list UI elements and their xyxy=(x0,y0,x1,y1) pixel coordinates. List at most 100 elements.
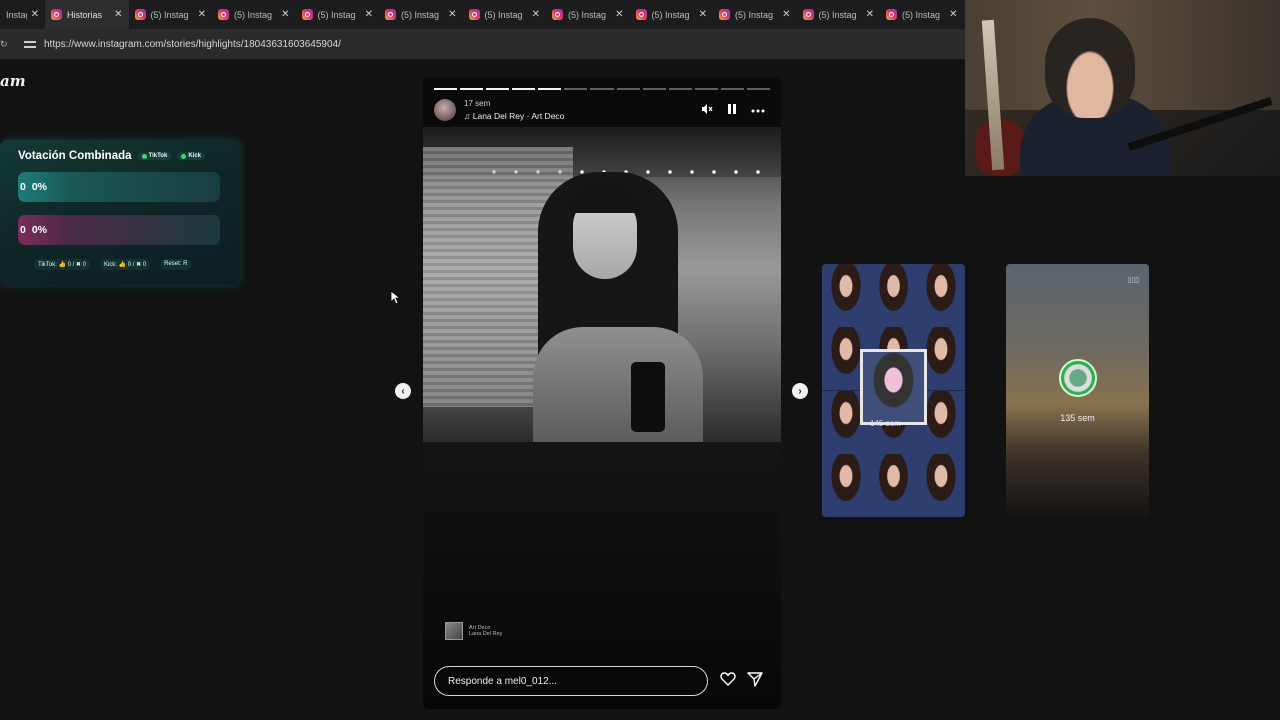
vote-bar-kick: 0 0% xyxy=(18,215,220,245)
tab-title: (5) Instag xyxy=(568,9,607,20)
browser-tab[interactable]: (5) Instag ✕ xyxy=(463,0,547,29)
close-icon[interactable]: ✕ xyxy=(281,9,289,20)
reset-hint: Reset: R xyxy=(160,259,192,270)
vote-widget: Votación Combinada TikTok Kick 0 0% 0 0%… xyxy=(0,140,240,285)
vote-percent: 0% xyxy=(31,224,48,236)
collage-tile xyxy=(822,264,870,327)
story-time: 17 sem xyxy=(464,99,491,108)
instagram-favicon-icon xyxy=(468,9,480,20)
tab-title: (5) Instag xyxy=(401,9,440,20)
tab-title: (5) Instag xyxy=(902,9,941,20)
tab-title: (5) Instag xyxy=(234,9,273,20)
progress-segment xyxy=(538,88,562,90)
reload-icon[interactable]: ↻ xyxy=(0,39,8,50)
heart-icon[interactable] xyxy=(720,671,736,687)
story-viewer[interactable]: 17 sem ♫ Lana Del Rey · Art Deco Art Dec… xyxy=(423,77,781,709)
music-artist: Lana Del Rey xyxy=(469,631,503,637)
mute-icon[interactable] xyxy=(701,103,713,118)
progress-segment xyxy=(512,88,536,90)
browser-tab[interactable]: Instag ✕ xyxy=(0,0,45,29)
pause-icon[interactable] xyxy=(727,103,737,118)
tab-title: (5) Instag xyxy=(651,9,690,20)
close-icon[interactable]: ✕ xyxy=(866,9,874,20)
close-icon[interactable]: ✕ xyxy=(782,9,790,20)
carousel-icon: ▯▯▯ xyxy=(1127,277,1139,284)
tab-title: Instag xyxy=(6,9,27,20)
collage-tile xyxy=(917,264,965,327)
browser-tab[interactable]: (5) Instag ✕ xyxy=(797,0,881,29)
browser-tab[interactable]: (5) Instag ✕ xyxy=(546,0,630,29)
vote-percent: 0% xyxy=(31,181,48,193)
story-song[interactable]: ♫ Lana Del Rey · Art Deco xyxy=(464,110,564,122)
browser-tab[interactable]: (5) Instag ✕ xyxy=(880,0,964,29)
progress-segment xyxy=(590,88,614,90)
collage-tile xyxy=(869,453,918,517)
browser-tab[interactable]: (5) Instag ✕ xyxy=(379,0,463,29)
instagram-favicon-icon xyxy=(51,9,62,20)
story-photo xyxy=(423,127,781,442)
close-icon[interactable]: ✕ xyxy=(31,9,39,20)
vote-title: Votación Combinada xyxy=(18,150,132,162)
address-bar[interactable]: ↻ https://www.instagram.com/stories/high… xyxy=(0,29,965,59)
browser-tab[interactable]: (5) Instag ✕ xyxy=(630,0,714,29)
progress-segment xyxy=(746,88,771,90)
instagram-favicon-icon xyxy=(385,9,396,20)
tiktok-badge: TikTok xyxy=(137,152,172,160)
story-progress xyxy=(434,88,771,90)
previous-story-preview[interactable]: 145 sem xyxy=(822,264,965,517)
close-icon[interactable]: ✕ xyxy=(114,9,122,20)
browser-tab[interactable]: (5) Instag ✕ xyxy=(212,0,296,29)
preview-avatar xyxy=(1059,359,1097,397)
preview-time: 145 sem xyxy=(870,419,901,428)
progress-segment xyxy=(460,88,484,90)
progress-segment xyxy=(720,88,744,90)
progress-segment xyxy=(694,88,718,90)
close-icon[interactable]: ✕ xyxy=(532,9,540,20)
tab-title: (5) Instag xyxy=(818,9,857,20)
next-story-button[interactable]: › xyxy=(792,383,808,399)
avatar[interactable] xyxy=(434,99,456,121)
instagram-favicon-icon xyxy=(802,9,814,20)
music-sticker[interactable]: Art Deco Lana Del Rey xyxy=(445,622,502,640)
browser-tab[interactable]: (5) Instag ✕ xyxy=(129,0,213,29)
close-icon[interactable]: ✕ xyxy=(699,9,707,20)
music-icon: ♫ xyxy=(464,111,473,121)
story-header: 17 sem ♫ Lana Del Rey · Art Deco xyxy=(434,97,765,123)
collage-tile xyxy=(917,453,965,517)
vote-count: 0 xyxy=(20,224,26,236)
vote-footer: TikTok: 👍 0 / ✖ 0 Kick: 👍 0 / ✖ 0 Reset:… xyxy=(34,259,228,270)
tab-title: (5) Instag xyxy=(484,9,523,20)
close-icon[interactable]: ✕ xyxy=(365,9,373,20)
tab-title: (5) Instag xyxy=(317,9,356,20)
kick-badge: Kick xyxy=(177,152,206,160)
instagram-logo[interactable]: am xyxy=(0,72,26,90)
live-dot-icon xyxy=(181,153,187,159)
instagram-favicon-icon xyxy=(218,9,229,20)
reply-input[interactable]: Responde a mel0_012... xyxy=(434,666,708,696)
site-info-icon[interactable] xyxy=(24,39,38,49)
browser-tab[interactable]: (5) Instag ✕ xyxy=(713,0,797,29)
vote-count: 0 xyxy=(20,181,26,193)
instagram-favicon-icon xyxy=(719,9,730,20)
previous-story-button[interactable]: ‹ xyxy=(395,383,411,399)
close-icon[interactable]: ✕ xyxy=(448,9,456,20)
instagram-favicon-icon xyxy=(301,9,313,20)
send-icon[interactable] xyxy=(747,671,763,687)
close-icon[interactable]: ✕ xyxy=(615,9,623,20)
preview-time: 135 sem xyxy=(1060,413,1095,423)
collage-tile xyxy=(822,453,870,517)
url-text[interactable]: https://www.instagram.com/stories/highli… xyxy=(44,39,341,50)
live-dot-icon xyxy=(141,153,147,159)
instagram-favicon-icon xyxy=(635,9,647,20)
more-icon[interactable] xyxy=(751,104,765,116)
browser-tab[interactable]: (5) Instag ✕ xyxy=(296,0,380,29)
progress-segment xyxy=(616,88,640,90)
browser-tab[interactable]: Historias ✕ xyxy=(45,0,129,29)
instagram-favicon-icon xyxy=(552,9,563,20)
collage-tile xyxy=(869,264,918,327)
close-icon[interactable]: ✕ xyxy=(198,9,206,20)
close-icon[interactable]: ✕ xyxy=(949,9,957,20)
progress-segment xyxy=(668,88,692,90)
next-story-preview[interactable]: ▯▯▯ 135 sem xyxy=(1006,264,1149,517)
progress-segment xyxy=(642,88,666,90)
